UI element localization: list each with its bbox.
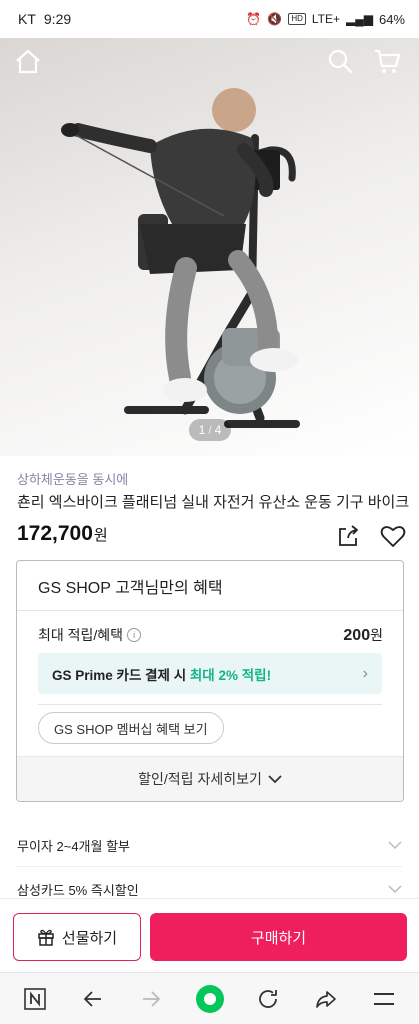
reward-value-group: 200원 <box>343 625 383 645</box>
chevron-down-icon <box>268 775 282 784</box>
share-arrow-icon[interactable] <box>314 987 338 1011</box>
status-right: ⏰ 🔇 HD LTE+ ▂▄▆ 64% <box>246 12 405 27</box>
product-subtitle: 상하체운동을 동시에 <box>17 472 129 487</box>
reward-row: 최대 적립/혜택 i 200원 <box>38 625 383 645</box>
chevron-right-icon: › <box>362 664 368 682</box>
naver-icon[interactable] <box>23 987 47 1011</box>
chevron-down-icon <box>388 841 402 850</box>
pager-separator: / <box>208 423 212 437</box>
status-bar: KT 9:29 ⏰ 🔇 HD LTE+ ▂▄▆ 64% <box>0 0 419 38</box>
mute-icon: 🔇 <box>267 12 283 26</box>
gift-icon <box>38 929 54 946</box>
benefit-card: GS SHOP 고객님만의 혜택 최대 적립/혜택 i 200원 GS Prim… <box>16 560 404 802</box>
info-icon[interactable]: i <box>127 628 142 642</box>
buy-label: 구매하기 <box>250 929 307 947</box>
network-label: LTE+ <box>311 12 340 26</box>
browser-nav-bar <box>0 972 419 1024</box>
alarm-icon: ⏰ <box>246 12 262 26</box>
product-photo <box>61 88 300 428</box>
benefit-heading: GS SHOP 고객님만의 혜택 <box>17 561 403 611</box>
row-divider <box>17 866 402 867</box>
buy-button[interactable]: 구매하기 <box>150 913 407 961</box>
forward-icon[interactable] <box>139 987 163 1011</box>
green-dot-icon[interactable] <box>195 984 225 1014</box>
product-title: 쵼리 엑스바이크 플래티넘 실내 자전거 유산소 운동 기구 바이크 <box>17 494 410 511</box>
product-price: 172,700원 <box>17 522 108 546</box>
battery-level: 64% <box>378 11 405 27</box>
gift-button[interactable]: 선물하기 <box>13 913 141 961</box>
reward-value: 200 <box>343 627 371 644</box>
prime-text: GS Prime 카드 결제 시 최대 2% 적립! <box>52 664 271 684</box>
installment-row[interactable]: 무이자 2~4개월 할부 <box>17 836 402 855</box>
membership-benefit-button[interactable]: GS SHOP 멤버십 혜택 보기 <box>38 712 224 744</box>
samsung-card-label: 삼성카드 5% 즉시할인 <box>17 883 139 898</box>
product-image-carousel[interactable]: 1 / 4 <box>0 38 419 456</box>
reward-unit: 원 <box>370 627 383 643</box>
pager-current: 1 <box>198 423 206 437</box>
pager-total: 4 <box>214 423 222 437</box>
home-icon[interactable] <box>14 48 42 74</box>
chevron-down-icon <box>388 885 402 894</box>
reward-label: 최대 적립/혜택 <box>38 627 124 643</box>
signal-icon: ▂▄▆ <box>346 12 373 26</box>
discount-details-toggle[interactable]: 할인/적립 자세히보기 <box>17 756 403 801</box>
purchase-action-bar: 선물하기 구매하기 <box>0 898 419 972</box>
status-left: KT 9:29 <box>18 11 71 27</box>
installment-label: 무이자 2~4개월 할부 <box>17 839 130 854</box>
image-pager: 1 / 4 <box>189 419 231 441</box>
share-icon[interactable] <box>336 524 360 548</box>
heart-icon[interactable] <box>380 524 406 548</box>
hd-badge: HD <box>288 13 306 25</box>
menu-icon[interactable] <box>372 987 396 1011</box>
gift-label: 선물하기 <box>61 929 118 947</box>
discount-details-label: 할인/적립 자세히보기 <box>138 771 262 787</box>
back-icon[interactable] <box>81 987 105 1011</box>
reward-label-group: 최대 적립/혜택 i <box>38 625 142 645</box>
cart-icon[interactable] <box>373 48 401 74</box>
price-value: 172,700 <box>17 522 93 545</box>
carrier: KT <box>18 11 36 27</box>
refresh-icon[interactable] <box>256 987 280 1011</box>
divider <box>38 704 382 705</box>
prime-card-banner[interactable]: GS Prime 카드 결제 시 최대 2% 적립! › <box>38 653 382 694</box>
prime-text-main: GS Prime 카드 결제 시 <box>52 667 190 683</box>
price-currency: 원 <box>93 527 108 544</box>
clock: 9:29 <box>43 11 72 27</box>
search-icon[interactable] <box>327 48 353 74</box>
samsung-card-row[interactable]: 삼성카드 5% 즉시할인 <box>17 880 402 899</box>
hero-topbar <box>0 38 419 84</box>
prime-text-highlight: 최대 2% 적립! <box>189 667 272 683</box>
